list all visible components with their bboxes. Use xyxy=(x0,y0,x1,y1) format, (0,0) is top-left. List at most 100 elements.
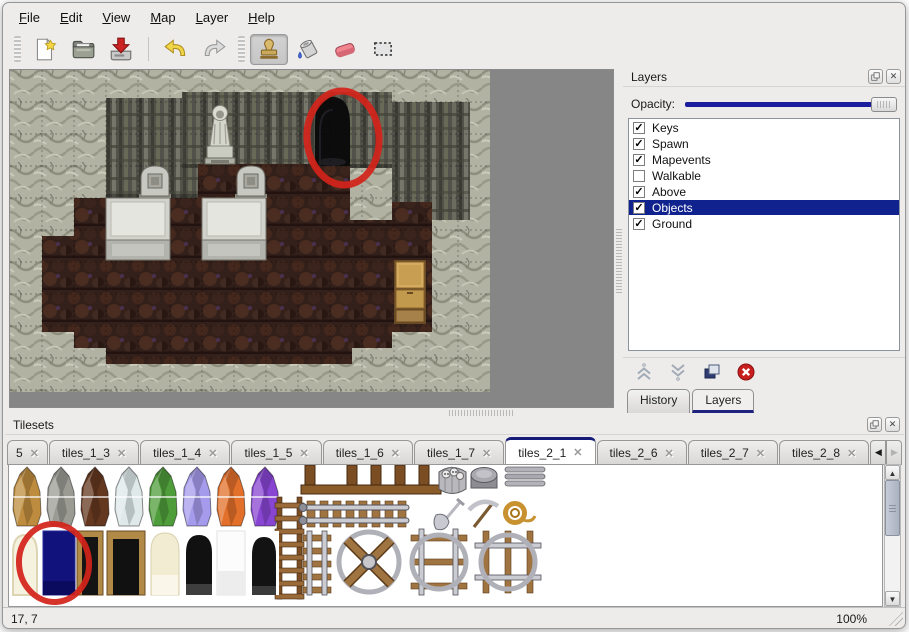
redo-button[interactable] xyxy=(195,34,233,65)
layer-checkbox[interactable]: ✓ xyxy=(633,202,645,214)
new-map-button[interactable] xyxy=(26,34,64,65)
close-tab-icon[interactable]: ✕ xyxy=(117,447,126,460)
menu-view[interactable]: View xyxy=(92,6,140,29)
black-arch-tile[interactable] xyxy=(249,531,279,595)
layer-name: Above xyxy=(652,185,686,199)
close-tab-icon[interactable]: ✕ xyxy=(299,447,308,460)
tileset-tab[interactable]: tiles_1_3✕ xyxy=(49,440,139,465)
window-resize-grip[interactable] xyxy=(888,611,903,626)
open-map-button[interactable] xyxy=(64,34,102,65)
splitter-grip xyxy=(616,229,622,293)
layer-row-ground[interactable]: ✓ Ground xyxy=(629,216,899,231)
float-panel-icon[interactable] xyxy=(867,417,882,432)
tileset-tab[interactable]: tiles_1_7✕ xyxy=(414,440,504,465)
rail-loop-tile[interactable] xyxy=(475,531,541,593)
selected-dark-tile[interactable] xyxy=(43,531,75,595)
layer-row-spawn[interactable]: ✓ Spawn xyxy=(629,136,899,151)
layer-name: Objects xyxy=(652,201,693,215)
eraser-tool-button[interactable] xyxy=(326,34,364,65)
fill-tool-button[interactable] xyxy=(288,34,326,65)
tileset-tab[interactable]: tiles_2_6✕ xyxy=(597,440,687,465)
duplicate-layer-button[interactable] xyxy=(701,361,723,383)
undo-button[interactable] xyxy=(157,34,195,65)
menu-map[interactable]: Map xyxy=(140,6,185,29)
toolbar xyxy=(9,31,899,67)
layer-row-keys[interactable]: ✓ Keys xyxy=(629,120,899,135)
tab-layers[interactable]: Layers xyxy=(692,389,754,413)
toolbar-drag-handle[interactable] xyxy=(14,36,21,62)
stone-cap-tile[interactable] xyxy=(471,468,497,489)
cream-arch-tile[interactable] xyxy=(151,533,179,595)
eraser-icon xyxy=(332,36,358,62)
tileset-tab[interactable]: 5✕ xyxy=(7,440,48,465)
close-tab-icon[interactable]: ✕ xyxy=(208,447,217,460)
layer-list[interactable]: ✓ Keys ✓ Spawn ✓ Mapevents Walkable ✓ Ab… xyxy=(628,118,900,351)
menu-help[interactable]: Help xyxy=(238,6,285,29)
metal-bars-tile[interactable] xyxy=(505,467,545,486)
menu-edit[interactable]: Edit xyxy=(50,6,92,29)
layer-checkbox[interactable] xyxy=(633,170,645,182)
tileset-tab[interactable]: tiles_1_4✕ xyxy=(140,440,230,465)
scrollbar-thumb[interactable] xyxy=(885,480,900,536)
close-tab-icon[interactable]: ✕ xyxy=(573,446,582,459)
tileset-render xyxy=(9,465,883,607)
layers-panel-titlebar[interactable]: Layers ✕ xyxy=(623,67,905,87)
delete-layer-button[interactable] xyxy=(735,361,757,383)
scroll-down-button[interactable]: ▼ xyxy=(885,591,900,606)
selection-tool-button[interactable] xyxy=(364,34,402,65)
opacity-label: Opacity: xyxy=(631,97,675,111)
opacity-slider-handle[interactable] xyxy=(871,97,897,112)
tileset-tab[interactable]: tiles_2_8✕ xyxy=(779,440,869,465)
wide-door-frame-tile[interactable] xyxy=(107,531,145,595)
selection-icon xyxy=(370,36,396,62)
stone-slab xyxy=(106,198,170,260)
layer-checkbox[interactable]: ✓ xyxy=(633,154,645,166)
save-map-button[interactable] xyxy=(102,34,140,65)
toolbar-drag-handle[interactable] xyxy=(238,36,245,62)
menu-file[interactable]: File xyxy=(9,6,50,29)
float-panel-icon[interactable] xyxy=(868,69,883,84)
close-tab-icon[interactable]: ✕ xyxy=(847,447,856,460)
tileset-tab[interactable]: tiles_1_5✕ xyxy=(231,440,321,465)
layer-row-above[interactable]: ✓ Above xyxy=(629,184,899,199)
layer-checkbox[interactable]: ✓ xyxy=(633,186,645,198)
tileset-scrollbar[interactable]: ▲ ▼ xyxy=(884,464,901,607)
cursor-tile-coordinates: 17, 7 xyxy=(11,612,38,626)
close-tab-icon[interactable]: ✕ xyxy=(30,447,39,460)
close-tab-icon[interactable]: ✕ xyxy=(756,447,765,460)
layer-checkbox[interactable]: ✓ xyxy=(633,122,645,134)
close-tab-icon[interactable]: ✕ xyxy=(391,447,400,460)
tileset-canvas[interactable] xyxy=(8,464,883,607)
close-panel-icon[interactable]: ✕ xyxy=(885,417,900,432)
tab-history[interactable]: History xyxy=(627,389,690,413)
double-chevron-up-icon xyxy=(634,362,654,382)
move-layer-down-button[interactable] xyxy=(667,361,689,383)
close-tab-icon[interactable]: ✕ xyxy=(482,447,491,460)
tilesets-panel-titlebar[interactable]: Tilesets ✕ xyxy=(5,415,904,435)
layer-row-mapevents[interactable]: ✓ Mapevents xyxy=(629,152,899,167)
stamp-tool-button[interactable] xyxy=(250,34,288,65)
layer-row-walkable[interactable]: Walkable xyxy=(629,168,899,183)
tileset-tab-active[interactable]: tiles_2_1✕ xyxy=(505,437,595,465)
layer-checkbox[interactable]: ✓ xyxy=(633,218,645,230)
layer-checkbox[interactable]: ✓ xyxy=(633,138,645,150)
zoom-level: 100% xyxy=(836,612,867,626)
move-layer-up-button[interactable] xyxy=(633,361,655,383)
layers-panel-title: Layers xyxy=(631,70,667,84)
scroll-tabs-right-button[interactable]: ▶ xyxy=(886,440,902,465)
layer-row-objects[interactable]: ✓ Objects xyxy=(629,200,899,215)
tileset-tab[interactable]: tiles_2_7✕ xyxy=(688,440,778,465)
black-arch-tile[interactable] xyxy=(183,531,215,595)
close-tab-icon[interactable]: ✕ xyxy=(665,447,674,460)
close-panel-icon[interactable]: ✕ xyxy=(886,69,901,84)
skull-barrel-tile[interactable] xyxy=(439,467,466,494)
opacity-slider-track[interactable] xyxy=(685,102,893,107)
opacity-slider[interactable] xyxy=(685,95,897,113)
rail-loop-tile[interactable] xyxy=(411,529,467,595)
menu-layer[interactable]: Layer xyxy=(186,6,239,29)
map-canvas[interactable] xyxy=(9,69,614,408)
white-tile[interactable] xyxy=(217,531,245,595)
tileset-tab[interactable]: tiles_1_6✕ xyxy=(323,440,413,465)
scroll-up-button[interactable]: ▲ xyxy=(885,465,900,480)
scroll-tabs-left-button[interactable]: ◀ xyxy=(870,440,886,465)
